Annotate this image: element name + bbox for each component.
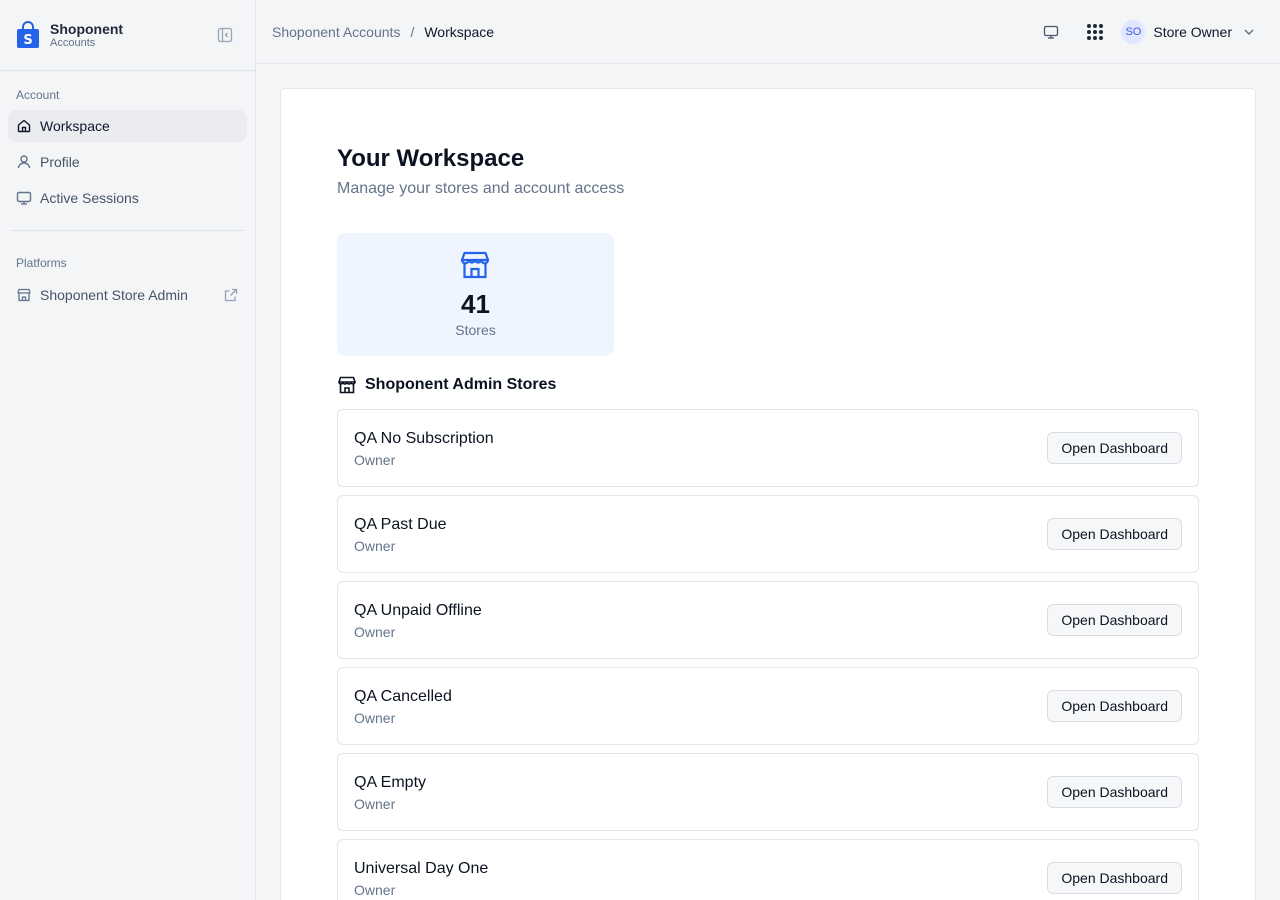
- top-header: Shoponent Accounts / Workspace SO Store …: [256, 0, 1280, 64]
- home-icon: [17, 119, 31, 133]
- open-dashboard-button[interactable]: Open Dashboard: [1047, 690, 1182, 722]
- open-dashboard-button[interactable]: Open Dashboard: [1047, 518, 1182, 550]
- sidebar-item-profile[interactable]: Profile: [8, 146, 247, 178]
- sidebar-item-label: Shoponent Store Admin: [40, 287, 188, 303]
- sidebar-item-label: Active Sessions: [40, 190, 139, 206]
- store-name: QA Cancelled: [354, 688, 452, 705]
- stores-count-label: Stores: [455, 322, 496, 338]
- header-actions: SO Store Owner: [1041, 18, 1256, 46]
- stores-section-heading: Shoponent Admin Stores: [337, 374, 556, 396]
- breadcrumb-current: Workspace: [424, 23, 495, 40]
- store-name: Universal Day One: [354, 860, 489, 877]
- store-role: Owner: [354, 710, 396, 726]
- open-dashboard-button[interactable]: Open Dashboard: [1047, 776, 1182, 808]
- breadcrumb-root-link[interactable]: Shoponent Accounts: [272, 24, 400, 40]
- shopping-bag-logo-icon: S: [17, 21, 39, 48]
- sidebar-item-label: Workspace: [40, 118, 110, 134]
- user-icon: [17, 155, 31, 169]
- store-row: QA Empty Owner Open Dashboard: [337, 753, 1199, 831]
- sidebar-item-shoponent-store-admin[interactable]: Shoponent Store Admin: [8, 279, 247, 311]
- user-name: Store Owner: [1153, 24, 1232, 40]
- page-subtitle: Manage your stores and account access: [337, 180, 625, 197]
- store-role: Owner: [354, 452, 396, 468]
- external-link-icon: [224, 288, 238, 302]
- store-name: QA Past Due: [354, 516, 447, 533]
- sidebar-item-workspace[interactable]: Workspace: [8, 110, 247, 142]
- store-name: QA No Subscription: [354, 430, 494, 447]
- store-role: Owner: [354, 624, 396, 640]
- sidebar-item-label: Profile: [40, 154, 80, 170]
- open-dashboard-button[interactable]: Open Dashboard: [1047, 432, 1182, 464]
- store-icon: [338, 376, 356, 394]
- open-dashboard-button[interactable]: Open Dashboard: [1047, 862, 1182, 894]
- sidebar-item-active-sessions[interactable]: Active Sessions: [8, 182, 247, 214]
- stores-stat-card: 41 Stores: [337, 233, 614, 356]
- user-menu-button[interactable]: SO Store Owner: [1121, 20, 1256, 44]
- page-title: Your Workspace: [337, 145, 525, 172]
- apps-grid-icon[interactable]: [1085, 22, 1105, 42]
- brand[interactable]: S Shoponent Accounts: [0, 0, 255, 71]
- store-icon: [17, 288, 31, 302]
- section-label-platforms: Platforms: [16, 256, 67, 270]
- sidebar: S Shoponent Accounts Account Workspace P…: [0, 0, 256, 900]
- store-role: Owner: [354, 882, 396, 898]
- store-row: QA Past Due Owner Open Dashboard: [337, 495, 1199, 573]
- store-role: Owner: [354, 796, 396, 812]
- store-row: Universal Day One Owner Open Dashboard: [337, 839, 1199, 900]
- section-label-account: Account: [16, 88, 60, 102]
- stores-heading-text: Shoponent Admin Stores: [365, 376, 557, 393]
- brand-name: Shoponent: [50, 20, 124, 37]
- brand-subtitle: Accounts: [50, 36, 96, 49]
- store-icon: [460, 251, 490, 279]
- open-dashboard-button[interactable]: Open Dashboard: [1047, 604, 1182, 636]
- store-name: QA Unpaid Offline: [354, 602, 482, 619]
- store-row: QA Unpaid Offline Owner Open Dashboard: [337, 581, 1199, 659]
- chevron-down-icon: [1244, 29, 1254, 36]
- store-role: Owner: [354, 538, 396, 554]
- store-name: QA Empty: [354, 774, 427, 791]
- svg-text:S: S: [23, 33, 32, 48]
- display-mode-icon[interactable]: [1041, 22, 1061, 42]
- store-list: QA No Subscription Owner Open Dashboard …: [337, 409, 1199, 900]
- collapse-sidebar-icon[interactable]: [217, 27, 233, 43]
- store-row: QA No Subscription Owner Open Dashboard: [337, 409, 1199, 487]
- avatar: SO: [1121, 20, 1146, 44]
- stores-count: 41: [461, 289, 490, 319]
- monitor-icon: [16, 191, 32, 205]
- breadcrumb-separator: /: [410, 23, 415, 40]
- store-row: QA Cancelled Owner Open Dashboard: [337, 667, 1199, 745]
